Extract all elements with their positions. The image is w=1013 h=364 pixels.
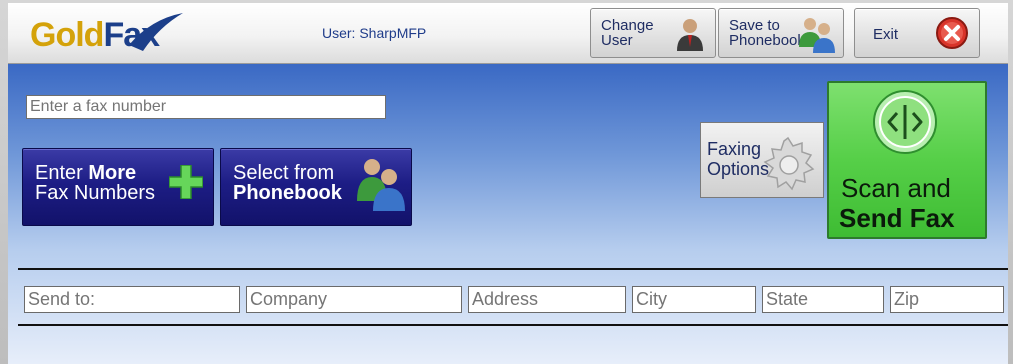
phonebook-icon [799, 18, 835, 53]
current-user-label: User: SharpMFP [322, 25, 427, 41]
address-field[interactable] [468, 286, 626, 313]
fax-number-input[interactable] [26, 95, 386, 119]
main-panel: Enter More Fax Numbers Select from Phone… [8, 64, 1008, 364]
app-window: GoldFax User: SharpMFP Change User Save … [0, 0, 1013, 364]
faxing-options-button[interactable]: Faxing Options [700, 122, 824, 198]
divider-top [18, 268, 1008, 270]
exit-label: Exit [873, 26, 899, 43]
scan-send-line1: Scan and [841, 173, 951, 203]
scan-send-line2: Send Fax [839, 203, 955, 233]
select-from-phonebook-button[interactable]: Select from Phonebook [220, 148, 412, 226]
plus-icon [169, 165, 203, 199]
goldfax-logo: GoldFax [30, 13, 183, 55]
zip-field[interactable] [890, 286, 1004, 313]
select-phonebook-line2: Phonebook [233, 182, 342, 204]
faxing-options-label: Faxing Options [707, 139, 770, 179]
send-to-field[interactable] [24, 286, 240, 313]
select-phonebook-line1: Select from [233, 162, 335, 184]
exit-button[interactable]: Exit [854, 8, 980, 58]
change-user-label: Change User [601, 17, 654, 49]
state-field[interactable] [762, 286, 884, 313]
change-user-button[interactable]: Change User [590, 8, 716, 58]
scan-and-send-fax-button[interactable]: Scan and Send Fax [827, 81, 987, 239]
enter-more-fax-numbers-button[interactable]: Enter More Fax Numbers [22, 148, 214, 226]
divider-bottom [18, 324, 1008, 326]
people-icon [357, 159, 405, 211]
header-bar: GoldFax User: SharpMFP Change User Save … [8, 3, 1008, 64]
enter-more-line2: Fax Numbers [35, 182, 156, 204]
city-field[interactable] [632, 286, 756, 313]
enter-more-line1: Enter More [35, 162, 137, 184]
close-icon [936, 17, 968, 49]
swoosh-icon [129, 13, 183, 51]
company-field[interactable] [246, 286, 462, 313]
user-icon [677, 19, 703, 51]
scan-icon [873, 90, 937, 154]
save-to-phonebook-label: Save to Phonebook [729, 17, 805, 49]
save-to-phonebook-button[interactable]: Save to Phonebook [718, 8, 844, 58]
